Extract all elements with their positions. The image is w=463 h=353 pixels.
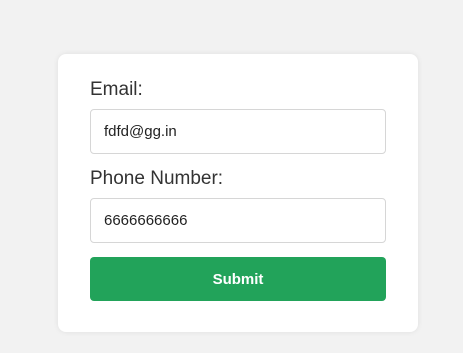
email-label: Email:: [90, 79, 143, 100]
email-field[interactable]: [90, 109, 386, 154]
phone-number-field[interactable]: [90, 198, 386, 243]
phone-number-label: Phone Number:: [90, 168, 224, 189]
contact-form-card: Email: Phone Number: Submit: [58, 54, 418, 332]
submit-button[interactable]: Submit: [90, 257, 386, 301]
page: Email: Phone Number: Submit: [0, 0, 463, 353]
